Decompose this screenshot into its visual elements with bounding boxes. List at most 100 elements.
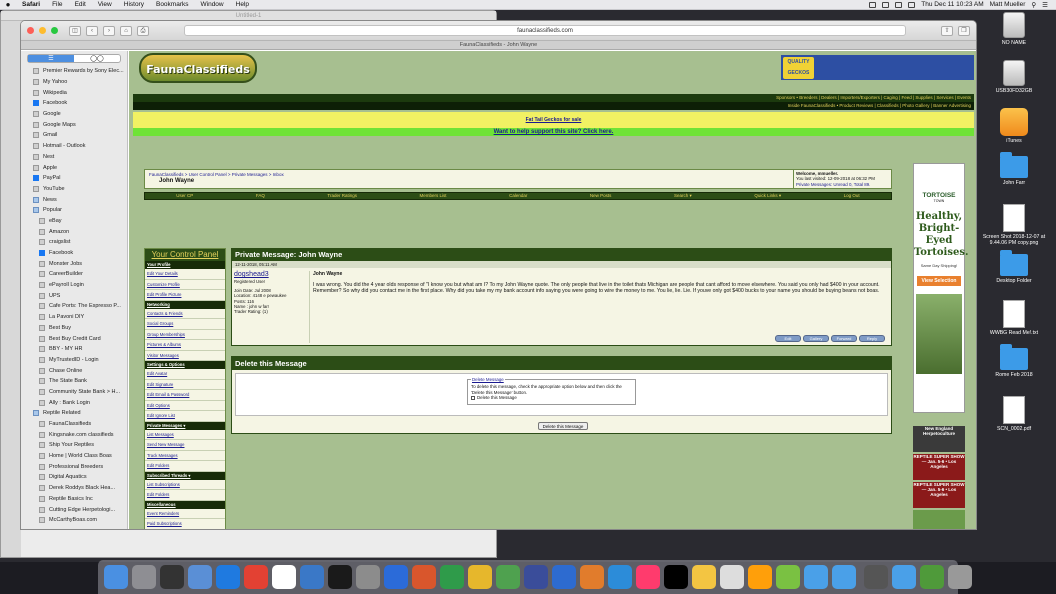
home-icon[interactable]: ⌂: [120, 25, 132, 36]
desktop-item[interactable]: SCN_0002.pdf: [982, 396, 1046, 432]
dock-app-icon[interactable]: [328, 565, 352, 589]
bookmark-item[interactable]: PayPal: [21, 173, 127, 184]
dock-app-icon[interactable]: [832, 565, 856, 589]
dock-app-icon[interactable]: [692, 565, 716, 589]
bookmark-item[interactable]: FaunaClassifieds: [21, 419, 127, 430]
desktop-item[interactable]: John Farr: [982, 152, 1046, 186]
forward-button[interactable]: Forward: [831, 335, 857, 342]
menu-edit[interactable]: Edit: [69, 1, 92, 8]
ucp-link[interactable]: Edit Options: [145, 401, 225, 411]
dock-app-icon[interactable]: [892, 565, 916, 589]
ucp-section-header[interactable]: Your Profile: [145, 261, 225, 269]
ucp-link[interactable]: Edit Signature: [145, 380, 225, 390]
ucp-section-header[interactable]: Networking: [145, 300, 225, 309]
tab-bar[interactable]: FaunaClassifieds - John Wayne: [21, 41, 976, 50]
delete-submit-button[interactable]: Delete this Message: [538, 422, 588, 430]
menu-app-safari[interactable]: Safari: [16, 1, 46, 8]
dock-app-icon[interactable]: [272, 565, 296, 589]
ucp-link[interactable]: Social Groups: [145, 319, 225, 330]
search-icon[interactable]: ⚲: [1031, 1, 1036, 9]
ucp-link[interactable]: Event Reminders: [145, 509, 225, 519]
herpetoculture-ad[interactable]: New England Herpetoculture: [913, 426, 965, 452]
print-icon[interactable]: ⎙: [137, 25, 149, 36]
menu-list-icon[interactable]: ☰: [1042, 1, 1048, 9]
reading-list-tab-icon[interactable]: ◯◯: [74, 55, 120, 62]
nav-search[interactable]: Search ▾: [674, 193, 692, 199]
pm-trader-rating[interactable]: Trader Rating: (1): [234, 309, 309, 314]
nav-faq[interactable]: FAQ: [256, 193, 265, 199]
bookmark-item[interactable]: Chase Online: [21, 365, 127, 376]
menubar-user[interactable]: Matt Mueller: [990, 1, 1026, 8]
address-bar[interactable]: faunaclassifieds.com: [184, 25, 906, 36]
bookmark-item[interactable]: Popular: [21, 205, 127, 216]
bookmark-item[interactable]: Facebook: [21, 98, 127, 109]
bookmark-item[interactable]: Derek Roddys Black Hea...: [21, 483, 127, 494]
ucp-link[interactable]: Customize Profile: [145, 280, 225, 290]
forward-button[interactable]: ›: [103, 25, 115, 36]
ucp-link[interactable]: Send New Message: [145, 440, 225, 451]
desktop-item[interactable]: Screen Shot 2018-12-07 at 9.44.06 PM cop…: [982, 204, 1046, 246]
ucp-link[interactable]: Visitor Messages: [145, 351, 225, 361]
dock-app-icon[interactable]: [356, 565, 380, 589]
ad-view-selection-button[interactable]: View Selection: [917, 276, 961, 286]
bookmark-item[interactable]: Kingsnake.com classifieds: [21, 429, 127, 440]
desktop-item[interactable]: Rome Feb 2018: [982, 344, 1046, 378]
bookmark-item[interactable]: Reptile Related: [21, 408, 127, 419]
dock-app-icon[interactable]: [552, 565, 576, 589]
reply-button[interactable]: Reply: [859, 335, 885, 342]
bookmark-item[interactable]: Google Maps: [21, 119, 127, 130]
sponsor-nav[interactable]: Sponsors • Breeders | Dealers | Importer…: [133, 94, 974, 102]
nav-trader-ratings[interactable]: Trader Ratings: [327, 193, 357, 199]
ucp-link[interactable]: Edit Folders: [145, 490, 225, 501]
status-icon[interactable]: [869, 1, 877, 8]
ucp-link[interactable]: Edit Your Details: [145, 269, 225, 280]
inside-nav[interactable]: Inside FaunaClassifieds • Product Review…: [133, 102, 974, 110]
bookmark-item[interactable]: Facebook: [21, 248, 127, 259]
dock-app-icon[interactable]: [300, 565, 324, 589]
bookmark-item[interactable]: Cafe Ports: The Espresso P...: [21, 301, 127, 312]
breadcrumb-path[interactable]: FaunaClassifieds > User Control Panel > …: [149, 172, 284, 177]
ucp-link[interactable]: List Messages: [145, 430, 225, 440]
bookmark-item[interactable]: Community State Bank > H...: [21, 387, 127, 398]
ucp-section-header[interactable]: Miscellaneous: [145, 500, 225, 509]
bookmark-item[interactable]: Best Buy: [21, 323, 127, 334]
dock-app-icon[interactable]: [440, 565, 464, 589]
ucp-section-header[interactable]: Private Messages ▾: [145, 421, 225, 430]
wifi-icon[interactable]: [895, 1, 903, 8]
ucp-link[interactable]: Group Memberships: [145, 330, 225, 340]
ucp-link[interactable]: Edit Email & Password: [145, 390, 225, 401]
gecko-ad[interactable]: [913, 510, 965, 529]
dock-app-icon[interactable]: [608, 565, 632, 589]
tortoise-ad[interactable]: TORTOISE TOWN Healthy, Bright-Eyed Torto…: [913, 163, 968, 413]
battery-icon[interactable]: [908, 1, 916, 8]
dock-app-icon[interactable]: [412, 565, 436, 589]
bookmark-item[interactable]: Cutting Edge Herpetologi...: [21, 504, 127, 515]
dock-app-icon[interactable]: [776, 565, 800, 589]
menu-bookmarks[interactable]: Bookmarks: [150, 1, 195, 8]
bookmark-item[interactable]: CareerBuilder: [21, 269, 127, 280]
bookmark-item[interactable]: Home | World Class Boas: [21, 451, 127, 462]
bookmark-item[interactable]: Digital Aquatics: [21, 472, 127, 483]
ucp-title[interactable]: Your Control Panel: [145, 249, 225, 261]
dock-app-icon[interactable]: [524, 565, 548, 589]
desktop-item[interactable]: WWBG Read Me!.txt: [982, 300, 1046, 336]
dock-app-icon[interactable]: [580, 565, 604, 589]
dock-app-icon[interactable]: [468, 565, 492, 589]
ucp-link[interactable]: Edit Profile Picture: [145, 290, 225, 301]
bookmark-item[interactable]: Ally : Bank Login: [21, 397, 127, 408]
sidebar-toggle-button[interactable]: ◫: [69, 25, 81, 36]
ucp-link[interactable]: Contacts & Friends: [145, 309, 225, 319]
dock-app-icon[interactable]: [948, 565, 972, 589]
ucp-link[interactable]: Paid Subscriptions: [145, 519, 225, 529]
ucp-link[interactable]: List Subscriptions: [145, 480, 225, 490]
support-link[interactable]: Want to help support this site? Click he…: [133, 128, 974, 136]
menu-help[interactable]: Help: [230, 1, 255, 8]
ucp-link[interactable]: Edit Avatar: [145, 369, 225, 380]
menu-window[interactable]: Window: [195, 1, 230, 8]
gallery-button[interactable]: Gallery: [803, 335, 829, 342]
reptile-show-ad[interactable]: REPTILE SUPER SHOW — Jan. 5-6 • Los Ange…: [913, 454, 965, 480]
desktop-item[interactable]: Desktop Folder: [982, 250, 1046, 284]
nav-calendar[interactable]: Calendar: [509, 193, 527, 199]
dock-app-icon[interactable]: [216, 565, 240, 589]
bookmark-item[interactable]: Hotmail - Outlook: [21, 141, 127, 152]
